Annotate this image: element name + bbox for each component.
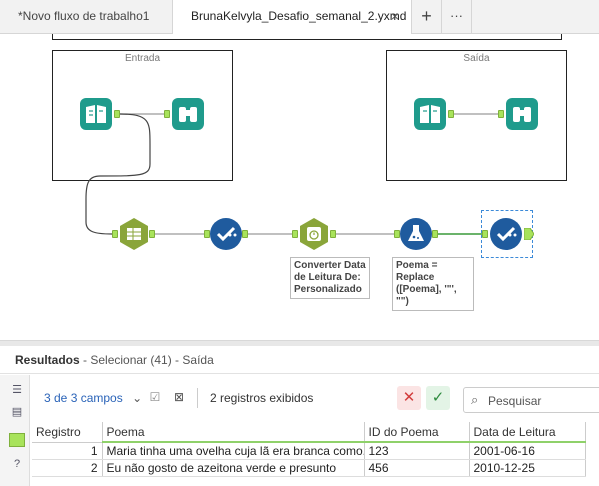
input-data-icon[interactable] bbox=[414, 98, 446, 130]
list-icon[interactable]: ☰ bbox=[10, 383, 24, 397]
tab-label: BrunaKelvyla_Desafio_semanal_2.yxmd bbox=[191, 9, 407, 23]
search-input[interactable]: ⌕ Pesquisar bbox=[463, 387, 599, 413]
input-anchor[interactable] bbox=[482, 230, 488, 238]
output-anchor-icon[interactable] bbox=[9, 433, 25, 447]
datetime-icon[interactable] bbox=[298, 218, 330, 250]
input-anchor[interactable] bbox=[498, 110, 504, 118]
date-cell[interactable]: 2010-12-25 bbox=[469, 459, 586, 477]
tab-novo-fluxo[interactable]: *Novo fluxo de trabalho1 bbox=[0, 0, 172, 34]
check-icon[interactable]: ☑ bbox=[147, 389, 163, 405]
workflow-canvas[interactable]: Entrada Saída Converter Data de Leitura … bbox=[0, 34, 599, 340]
output-arrow-icon[interactable] bbox=[524, 228, 534, 240]
poema-cell[interactable]: Eu não gosto de azeitona verde e presunt… bbox=[102, 459, 365, 477]
record-number: 1 bbox=[32, 442, 103, 460]
formula-icon[interactable] bbox=[400, 218, 432, 250]
tab-desafio-semanal[interactable]: BrunaKelvyla_Desafio_semanal_2.yxmd × bbox=[172, 0, 412, 35]
formula-annotation: Poema = Replace ([Poema], '"', "") bbox=[392, 257, 474, 311]
table-header-row: Registro Poema ID do Poema Data de Leitu… bbox=[32, 422, 586, 443]
search-icon: ⌕ bbox=[471, 392, 479, 407]
column-header[interactable]: ID do Poema bbox=[364, 422, 470, 443]
fields-dropdown[interactable]: 3 de 3 campos ⌄ bbox=[44, 391, 142, 405]
id-cell[interactable]: 456 bbox=[364, 459, 470, 477]
chevron-down-icon: ⌄ bbox=[132, 391, 143, 405]
output-anchor[interactable] bbox=[149, 230, 155, 238]
input-data-icon[interactable] bbox=[80, 98, 112, 130]
poema-cell[interactable]: Maria tinha uma ovelha cuja lã era branc… bbox=[102, 442, 365, 460]
table-row[interactable]: 1 Maria tinha uma ovelha cuja lã era bra… bbox=[32, 442, 586, 460]
input-anchor[interactable] bbox=[164, 110, 170, 118]
records-count: 2 registros exibidos bbox=[210, 391, 314, 405]
record-number: 2 bbox=[32, 459, 103, 477]
results-title: Resultados bbox=[15, 353, 80, 367]
column-header[interactable]: Data de Leitura bbox=[469, 422, 586, 443]
results-table: Registro Poema ID do Poema Data de Leitu… bbox=[32, 422, 586, 477]
browse-icon[interactable] bbox=[506, 98, 538, 130]
close-icon[interactable]: × bbox=[391, 0, 399, 33]
table-row[interactable]: 2 Eu não gosto de azeitona verde e presu… bbox=[32, 459, 586, 477]
results-toolbar: 3 de 3 campos ⌄ ☑ ⊠ 2 registros exibidos… bbox=[31, 375, 599, 420]
close-icon[interactable]: ✕ bbox=[397, 386, 421, 410]
help-icon[interactable]: ? bbox=[10, 457, 24, 471]
output-anchor[interactable] bbox=[448, 110, 454, 118]
confirm-icon[interactable]: ✓ bbox=[426, 386, 450, 410]
select-icon[interactable] bbox=[210, 218, 242, 250]
column-header[interactable]: Poema bbox=[102, 422, 365, 443]
search-placeholder: Pesquisar bbox=[488, 394, 542, 408]
output-anchor[interactable] bbox=[330, 230, 336, 238]
results-subtitle: - Selecionar (41) - Saída bbox=[79, 353, 214, 367]
tab-bar: *Novo fluxo de trabalho1 BrunaKelvyla_De… bbox=[0, 0, 599, 35]
table-view-icon[interactable]: ▤ bbox=[10, 405, 24, 419]
results-header: Resultados - Selecionar (41) - Saída bbox=[0, 346, 599, 374]
more-tabs-button[interactable]: ··· bbox=[442, 0, 472, 34]
output-anchor[interactable] bbox=[432, 230, 438, 238]
output-anchor[interactable] bbox=[114, 110, 120, 118]
add-tab-button[interactable]: + bbox=[412, 0, 442, 34]
converter-annotation: Converter Data de Leitura De: Personaliz… bbox=[290, 257, 370, 299]
date-cell[interactable]: 2001-06-16 bbox=[469, 442, 586, 460]
output-anchor[interactable] bbox=[242, 230, 248, 238]
union-icon[interactable] bbox=[118, 218, 150, 250]
column-header[interactable]: Registro bbox=[32, 422, 103, 443]
browse-icon[interactable] bbox=[172, 98, 204, 130]
id-cell[interactable]: 123 bbox=[364, 442, 470, 460]
results-sidebar: ☰ ▤ ? bbox=[0, 375, 30, 486]
fields-label: 3 de 3 campos bbox=[44, 391, 123, 405]
select-icon[interactable] bbox=[490, 218, 522, 250]
clear-icon[interactable]: ⊠ bbox=[171, 389, 187, 405]
separator bbox=[197, 388, 198, 408]
tab-label: *Novo fluxo de trabalho1 bbox=[18, 9, 150, 23]
